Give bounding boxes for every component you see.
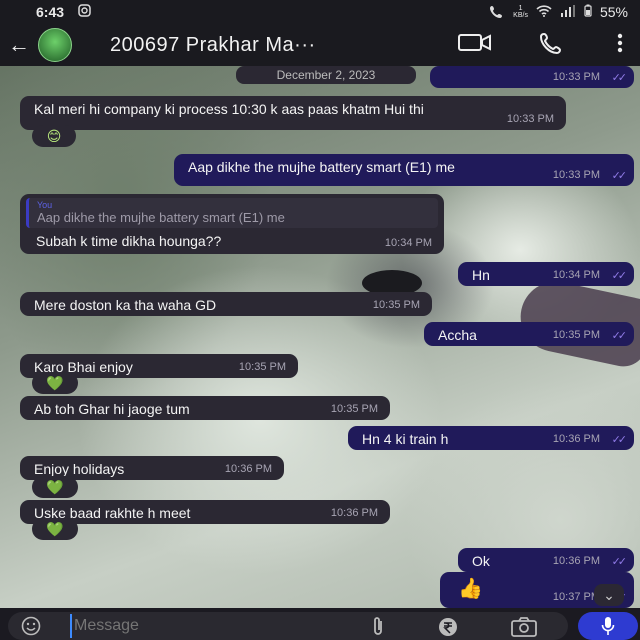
camera-icon[interactable] (510, 616, 538, 640)
message-bubble-outgoing[interactable]: Accha 10:35 PM ✓✓ (424, 322, 634, 346)
message-bubble-incoming[interactable]: Ab toh Ghar hi jaoge tum 10:35 PM (20, 396, 390, 420)
message-text: Ok (472, 553, 490, 569)
message-bubble-incoming[interactable]: You Aap dikhe the mujhe battery smart (E… (20, 194, 444, 254)
mic-button[interactable] (578, 612, 638, 640)
message-time: 10:35 PM (372, 299, 420, 311)
read-ticks-icon: ✓✓ (611, 556, 628, 568)
read-ticks-icon: ✓✓ (611, 270, 628, 282)
battery-percent: 55% (599, 4, 628, 20)
message-input[interactable] (70, 614, 350, 638)
message-text: Accha (438, 327, 477, 343)
message-time: 10:34 PM (552, 269, 600, 281)
read-ticks-icon: ✓✓ (611, 434, 628, 446)
contact-avatar[interactable] (38, 28, 72, 62)
message-bubble-outgoing[interactable]: Hn 10:34 PM ✓✓ (458, 262, 634, 286)
more-options-icon[interactable] (616, 32, 630, 58)
voice-call-icon[interactable] (539, 32, 570, 58)
message-bubble-outgoing[interactable]: 10:33 PM ✓✓ (430, 66, 634, 88)
quoted-reply-text: Aap dikhe the mujhe battery smart (E1) m… (37, 210, 285, 225)
emoji-icon[interactable] (20, 616, 42, 640)
message-reaction[interactable]: 😊 (32, 125, 76, 147)
message-bubble-outgoing[interactable]: Aap dikhe the mujhe battery smart (E1) m… (174, 154, 634, 186)
message-text: Ab toh Ghar hi jaoge tum (34, 401, 190, 417)
message-text: Mere doston ka tha waha GD (34, 297, 217, 313)
message-reaction[interactable]: 💚 (32, 476, 78, 498)
mic-icon (601, 616, 615, 635)
payment-rupee-icon[interactable] (436, 616, 460, 640)
message-time: 10:35 PM (238, 361, 286, 373)
instagram-notification-icon (78, 4, 91, 20)
status-bar: 6:43 1 KB/s 55% (0, 0, 640, 24)
quoted-reply-sender: You (37, 200, 53, 210)
message-time: 10:33 PM (552, 71, 600, 83)
scroll-to-bottom-button[interactable]: ⌄ (594, 584, 624, 606)
message-time: 10:33 PM (552, 169, 600, 181)
message-time: 10:35 PM (330, 403, 378, 415)
message-reaction[interactable]: 💚 (32, 518, 78, 540)
message-time: 10:36 PM (224, 463, 272, 475)
message-time: 10:34 PM (384, 237, 432, 249)
read-ticks-icon: ✓✓ (611, 330, 628, 342)
message-time: 10:35 PM (552, 329, 600, 341)
contact-name[interactable]: 200697 Prakhar Ma··· (110, 34, 428, 57)
message-bubble-outgoing[interactable]: Hn 4 ki train h 10:36 PM ✓✓ (348, 426, 634, 450)
message-time: 10:36 PM (330, 507, 378, 519)
message-text: Hn (472, 267, 490, 283)
network-speed: 1 KB/s (513, 5, 528, 19)
call-status-icon (489, 4, 505, 21)
video-call-icon[interactable] (458, 32, 491, 58)
message-text: Subah k time dikha hounga?? (36, 233, 222, 249)
message-bubble-incoming[interactable]: Mere doston ka tha waha GD 10:35 PM (20, 292, 432, 316)
message-bubble-outgoing[interactable]: Ok 10:36 PM ✓✓ (458, 548, 634, 572)
message-text: Kal meri hi company ki process 10:30 k a… (34, 101, 424, 117)
message-time: 10:37 PM (552, 591, 600, 603)
network-speed-unit: KB/s (513, 12, 528, 19)
network-speed-value: 1 (518, 5, 523, 12)
message-bubble-incoming[interactable]: Uske baad rakhte h meet 10:36 PM (20, 500, 390, 524)
wifi-icon (536, 4, 552, 20)
thumbs-up-emoji: 👍 (458, 578, 483, 600)
attach-icon[interactable] (368, 616, 388, 640)
message-text: Hn 4 ki train h (362, 431, 449, 447)
read-ticks-icon: ✓✓ (611, 170, 628, 182)
message-bubble-incoming[interactable]: Kal meri hi company ki process 10:30 k a… (20, 96, 566, 130)
back-arrow-icon[interactable]: ← (8, 32, 38, 58)
message-text: Enjoy holidays (34, 461, 125, 477)
message-reaction[interactable]: 💚 (32, 372, 78, 394)
message-time: 10:36 PM (552, 555, 600, 567)
message-time: 10:33 PM (506, 113, 554, 125)
message-time: 10:36 PM (552, 433, 600, 445)
status-time: 6:43 (36, 4, 65, 20)
battery-icon (584, 4, 592, 20)
quoted-reply[interactable]: You Aap dikhe the mujhe battery smart (E… (26, 198, 438, 228)
signal-icon (560, 4, 576, 20)
message-text: Aap dikhe the mujhe battery smart (E1) m… (188, 159, 455, 175)
read-ticks-icon: ✓✓ (611, 72, 628, 84)
date-separator: December 2, 2023 (236, 66, 416, 84)
